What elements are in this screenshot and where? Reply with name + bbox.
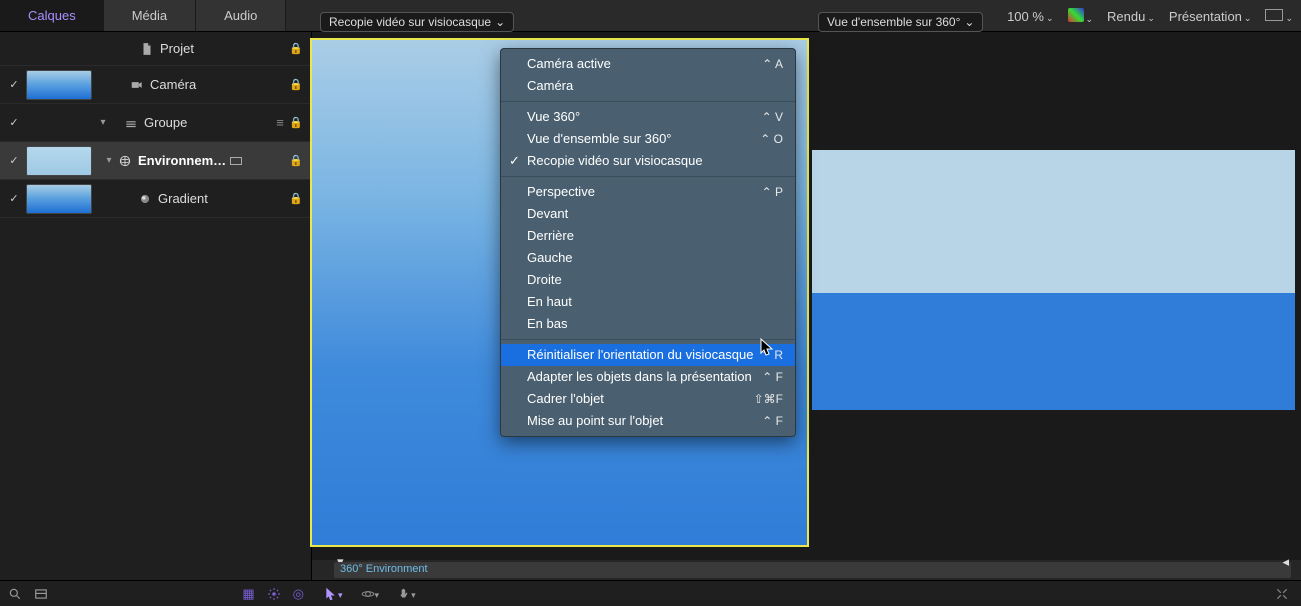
expand-icon[interactable] [1275,586,1289,602]
timeline-clip[interactable]: 360° Environment [334,562,1291,578]
group-icon [122,115,140,131]
chevron-down-icon: ⌄ [495,15,505,29]
disclosure-icon[interactable]: ▾ [102,155,116,166]
pointer-tool[interactable]: ▾ [324,586,343,602]
layer-row-gradient[interactable]: ✓ Gradient 🔒 [0,180,311,218]
color-picker[interactable]: ⌄ [1068,8,1094,25]
file-icon [138,41,156,57]
menu-view-360[interactable]: Vue 360°⌃ V [501,106,795,128]
search-icon[interactable] [8,586,22,602]
badge-icon [230,157,242,165]
gear-icon[interactable] [267,586,281,602]
grid-icon[interactable]: ▦ [242,586,254,602]
menu-separator [501,176,795,177]
bottom-toolbar: ▾ ▾ ▾ [312,580,1301,606]
zoom-level[interactable]: 100 %⌄ [1007,9,1053,24]
filter-icon[interactable]: ◎ [293,586,304,602]
menu-frame-object[interactable]: Cadrer l'objet⇧⌘F [501,388,795,410]
gradient-icon [136,191,154,207]
menu-separator [501,101,795,102]
menu-mirror-headset[interactable]: Recopie vidéo sur visiocasque [501,150,795,172]
stack-icon: ≡ [271,115,289,130]
layer-thumb [26,70,92,100]
tab-audio[interactable]: Audio [196,0,286,31]
menu-camera-active[interactable]: Caméra active⌃ A [501,53,795,75]
lock-icon[interactable]: 🔒 [289,192,305,205]
layer-thumb [26,146,92,176]
menu-perspective[interactable]: Perspective⌃ P [501,181,795,203]
bottom-left-bar: ▦ ◎ [0,580,312,606]
out-point-icon[interactable]: ◂ [1282,554,1289,570]
tab-media[interactable]: Média [104,0,196,31]
layer-row-camera[interactable]: ✓ Caméra 🔒 [0,66,311,104]
view-select-left[interactable]: Recopie vidéo sur visiocasque⌄ [320,12,514,32]
menu-reset-orientation[interactable]: Réinitialiser l'orientation du visiocasq… [501,344,795,366]
layer-row-project[interactable]: Projet 🔒 [0,32,311,66]
visibility-check[interactable]: ✓ [6,154,22,167]
disclosure-icon[interactable]: ▾ [96,117,110,128]
layer-row-environment[interactable]: ✓ ▾ Environnem… 🔒 [0,142,311,180]
lock-icon[interactable]: 🔒 [289,42,305,55]
chevron-down-icon: ⌄ [964,15,974,29]
timeline[interactable]: ▾ 360° Environment ◂ [312,560,1301,580]
project-label: Projet [156,41,289,56]
visibility-check[interactable]: ✓ [6,116,22,129]
menu-right[interactable]: Droite [501,269,795,291]
menu-front[interactable]: Devant [501,203,795,225]
menu-overview-360[interactable]: Vue d'ensemble sur 360°⌃ O [501,128,795,150]
group-label: Groupe [140,115,271,130]
camera-label: Caméra [146,77,289,92]
lock-icon[interactable]: 🔒 [289,78,305,91]
visibility-check[interactable]: ✓ [6,78,22,91]
hand-tool[interactable]: ▾ [397,586,416,602]
viewport-right[interactable] [812,40,1295,545]
layers-panel: Projet 🔒 ✓ Caméra 🔒 ✓ ▾ Groupe ≡ 🔒 ✓ ▾ E… [0,32,312,580]
panel-icon[interactable] [34,586,48,602]
lock-icon[interactable]: 🔒 [289,116,305,129]
menu-fit-objects[interactable]: Adapter les objets dans la présentation⌃… [501,366,795,388]
menu-camera[interactable]: Caméra [501,75,795,97]
menu-bottom[interactable]: En bas [501,313,795,335]
view-select-right[interactable]: Vue d'ensemble sur 360°⌄ [818,12,983,32]
menu-top[interactable]: En haut [501,291,795,313]
menu-separator [501,339,795,340]
tab-layers[interactable]: Calques [0,0,104,31]
menu-left[interactable]: Gauche [501,247,795,269]
visibility-check[interactable]: ✓ [6,192,22,205]
canvas [312,32,1301,560]
presentation-menu[interactable]: Présentation⌄ [1169,9,1252,24]
menu-focus-object[interactable]: Mise au point sur l'objet⌃ F [501,410,795,432]
layer-row-group[interactable]: ✓ ▾ Groupe ≡ 🔒 [0,104,311,142]
orbit-tool[interactable]: ▾ [361,586,380,602]
lock-icon[interactable]: 🔒 [289,154,305,167]
aspect-menu[interactable]: ⌄ [1265,9,1293,24]
view-context-menu: Caméra active⌃ A Caméra Vue 360°⌃ V Vue … [500,48,796,437]
menu-back[interactable]: Derrière [501,225,795,247]
preview-sky [812,150,1295,410]
gradient-label: Gradient [154,191,289,206]
sphere-icon [116,153,134,169]
environment-label: Environnem… [134,153,289,168]
camera-icon [128,77,146,93]
render-menu[interactable]: Rendu⌄ [1107,9,1155,24]
layer-thumb [26,184,92,214]
